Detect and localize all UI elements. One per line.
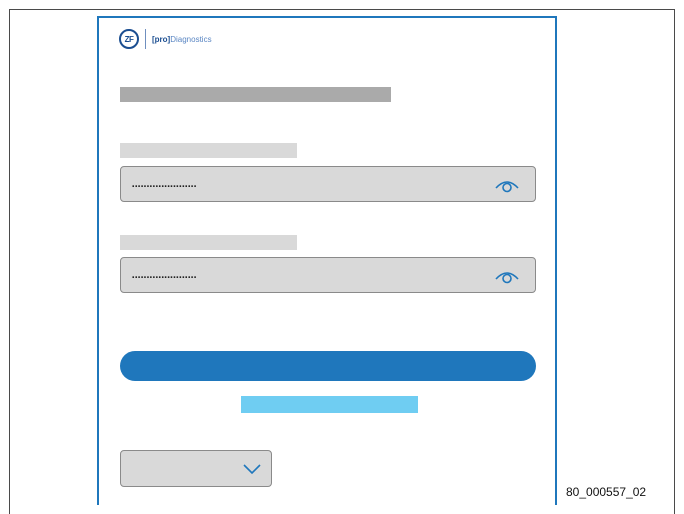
figure-id-label: 80_000557_02	[566, 485, 647, 499]
zf-logo-text: ZF	[124, 34, 134, 44]
language-select[interactable]	[120, 450, 272, 487]
submit-button[interactable]	[120, 351, 536, 381]
brand-diagnostics: Diagnostics	[170, 34, 212, 44]
confirm-password-label-placeholder	[120, 235, 297, 250]
brand-pro: [pro]	[152, 34, 171, 44]
password-field[interactable]: ......................	[120, 166, 536, 202]
eye-icon[interactable]	[494, 177, 520, 193]
brand-name: [pro]Diagnostics	[152, 35, 212, 44]
zf-logo-icon: ZF	[119, 29, 139, 49]
logo-divider	[145, 29, 146, 49]
confirm-password-field[interactable]: ......................	[120, 257, 536, 293]
password-label-placeholder	[120, 143, 297, 158]
chevron-down-icon	[243, 464, 261, 475]
password-value: ......................	[131, 174, 197, 191]
eye-icon[interactable]	[494, 268, 520, 284]
page-title-placeholder	[120, 87, 391, 102]
secondary-link[interactable]	[241, 396, 418, 413]
confirm-password-value: ......................	[131, 265, 197, 282]
logo: ZF [pro]Diagnostics	[119, 26, 212, 52]
